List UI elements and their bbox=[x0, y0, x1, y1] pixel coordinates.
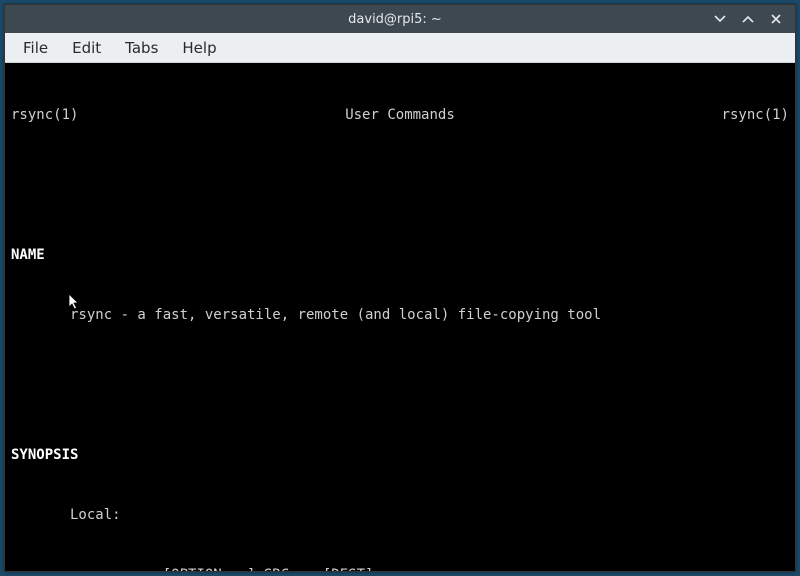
synopsis-local-label: Local: bbox=[11, 505, 789, 525]
menu-help[interactable]: Help bbox=[170, 35, 228, 61]
man-header-left: rsync(1) bbox=[11, 105, 78, 125]
menubar: File Edit Tabs Help bbox=[5, 33, 795, 63]
blank-line bbox=[11, 365, 789, 385]
terminal-viewport[interactable]: rsync(1) User Commands rsync(1) NAME rsy… bbox=[5, 63, 795, 571]
terminal-window: david@rpi5: ~ File Edit Tabs Help rsync(… bbox=[4, 4, 796, 572]
close-icon[interactable] bbox=[769, 12, 783, 26]
menu-tabs[interactable]: Tabs bbox=[113, 35, 170, 61]
section-synopsis: SYNOPSIS bbox=[11, 445, 789, 465]
name-description: rsync - a fast, versatile, remote (and l… bbox=[11, 305, 789, 325]
window-controls bbox=[705, 12, 795, 26]
mouse-cursor-icon bbox=[17, 273, 29, 291]
man-header: rsync(1) User Commands rsync(1) bbox=[11, 105, 789, 125]
maximize-icon[interactable] bbox=[741, 12, 755, 26]
synopsis-local-cmd: rsync [OPTION...] SRC... [DEST] bbox=[11, 565, 789, 571]
menu-file[interactable]: File bbox=[11, 35, 60, 61]
titlebar[interactable]: david@rpi5: ~ bbox=[5, 5, 795, 33]
man-header-right: rsync(1) bbox=[722, 105, 789, 125]
minimize-icon[interactable] bbox=[713, 12, 727, 26]
man-header-center: User Commands bbox=[345, 105, 455, 125]
blank-line bbox=[11, 165, 789, 185]
window-title: david@rpi5: ~ bbox=[5, 12, 705, 27]
section-name: NAME bbox=[11, 245, 789, 265]
menu-edit[interactable]: Edit bbox=[60, 35, 113, 61]
